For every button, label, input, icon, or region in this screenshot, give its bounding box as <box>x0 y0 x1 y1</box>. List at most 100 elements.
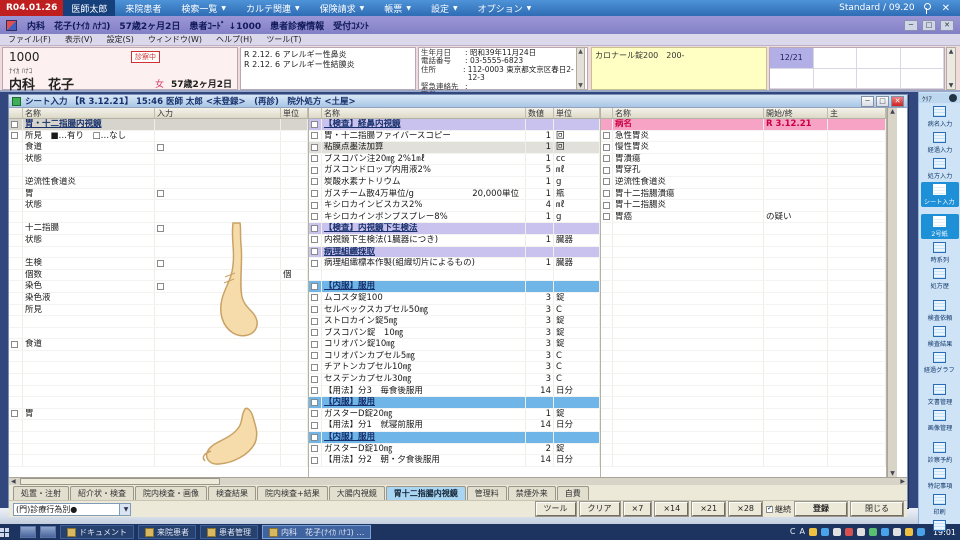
row-checkbox[interactable] <box>311 213 318 220</box>
calendar-scrollbar[interactable]: ▲▼ <box>946 47 956 90</box>
taskbar-item-来院患者[interactable]: 来院患者 <box>138 525 196 539</box>
disease-row[interactable] <box>601 235 886 247</box>
tray-icon-5[interactable] <box>869 528 877 536</box>
sheet-row[interactable] <box>9 374 308 386</box>
row-checkbox[interactable] <box>311 387 318 394</box>
row-input-cell[interactable] <box>155 339 281 350</box>
row-checkbox[interactable] <box>603 213 610 220</box>
sheet-row[interactable] <box>9 386 308 398</box>
footer-button-×14[interactable]: ×14 <box>655 502 688 516</box>
row-checkbox[interactable] <box>11 341 18 348</box>
tab-禁煙外来[interactable]: 禁煙外来 <box>508 486 556 500</box>
tray-icon-6[interactable] <box>881 528 889 536</box>
menu-ウィンドウ(W)[interactable]: ウィンドウ(W) <box>148 34 202 45</box>
order-row[interactable]: ストロカイン錠5㎎3錠 <box>309 316 600 328</box>
order-row[interactable]: キシロカインビスカス2%4㎖ <box>309 200 600 212</box>
menubar-item-オプション[interactable]: オプション▼ <box>468 2 542 15</box>
disease-row[interactable]: 胃十二指腸炎 <box>601 200 886 212</box>
search-icon[interactable] <box>20 526 36 538</box>
row-input-cell[interactable] <box>155 409 281 420</box>
order-row[interactable]: 胃・十二指腸ファイバースコピー1回 <box>309 131 600 143</box>
row-checkbox[interactable] <box>311 306 318 313</box>
row-checkbox[interactable] <box>11 121 18 128</box>
sidebar-button-時系列[interactable]: 時系列 <box>921 240 959 265</box>
disease-row[interactable] <box>601 351 886 363</box>
row-input-cell[interactable] <box>155 420 281 431</box>
order-row[interactable]: 粘膜点墨法加算1回 <box>309 142 600 154</box>
disease-row[interactable] <box>601 397 886 409</box>
continue-checkbox[interactable]: 継続 <box>766 504 791 515</box>
sidebar-button-シート入力[interactable]: シート入力 <box>921 182 959 207</box>
sheet-row[interactable] <box>9 444 308 456</box>
sheet-row[interactable] <box>9 432 308 444</box>
taskbar-item-ドキュメント[interactable]: ドキュメント <box>60 525 134 539</box>
order-row[interactable]: ガスターD錠20㎎1錠 <box>309 409 600 421</box>
row-input-cell[interactable] <box>155 189 281 200</box>
disease-row[interactable]: 胃穿孔 <box>601 165 886 177</box>
calendar-cell[interactable]: 12/21 <box>770 48 814 69</box>
row-checkbox[interactable] <box>311 410 318 417</box>
row-checkbox[interactable] <box>311 260 318 267</box>
row-input-cell[interactable] <box>155 293 281 304</box>
row-input-cell[interactable] <box>155 386 281 397</box>
row-checkbox[interactable] <box>311 457 318 464</box>
disease-row[interactable] <box>601 281 886 293</box>
sheet-row[interactable] <box>9 212 308 224</box>
sheet-row[interactable] <box>9 247 308 259</box>
row-checkbox[interactable] <box>311 399 318 406</box>
row-checkbox[interactable] <box>603 178 610 185</box>
sheet-row[interactable] <box>9 362 308 374</box>
row-checkbox[interactable] <box>311 248 318 255</box>
sheet-row[interactable] <box>9 455 308 467</box>
task-view-icon[interactable] <box>40 526 56 538</box>
disease-row[interactable] <box>601 339 886 351</box>
disease-row[interactable] <box>601 420 886 432</box>
row-input-cell[interactable] <box>155 235 281 246</box>
disease-row[interactable] <box>601 386 886 398</box>
row-input-cell[interactable] <box>155 165 281 176</box>
sidebar-button-経過グラフ[interactable]: 経過グラフ <box>921 350 959 375</box>
sheet-minimize-button[interactable]: ─ <box>861 96 874 107</box>
chevron-down-icon[interactable]: ▼ <box>119 504 130 515</box>
sheet-row[interactable]: 食道 <box>9 142 308 154</box>
order-row[interactable]: 【検査】経鼻内視鏡 <box>309 119 600 131</box>
order-row[interactable]: 【検査】内視鏡下生検法 <box>309 223 600 235</box>
menu-ファイル(F)[interactable]: ファイル(F) <box>8 34 51 45</box>
row-checkbox[interactable] <box>157 190 164 197</box>
row-input-cell[interactable] <box>155 397 281 408</box>
row-checkbox[interactable] <box>157 283 164 290</box>
menubar-item-帳票[interactable]: 帳票▼ <box>374 2 421 15</box>
tray-ime-A[interactable]: A <box>799 528 804 536</box>
sheet-row[interactable]: 所見 <box>9 305 308 317</box>
footer-button-クリア[interactable]: クリア <box>580 502 620 516</box>
row-input-cell[interactable] <box>155 351 281 362</box>
row-checkbox[interactable] <box>311 318 318 325</box>
tab-処置・注射[interactable]: 処置・注射 <box>13 486 69 500</box>
tab-院内検査+結果[interactable]: 院内検査+結果 <box>257 486 328 500</box>
order-row[interactable]: ブスコパン注20㎎ 2%1㎖1cc <box>309 154 600 166</box>
row-checkbox[interactable] <box>311 155 318 162</box>
order-row[interactable]: 【用法】分3 毎食後服用14日分 <box>309 386 600 398</box>
close-button[interactable]: ✕ <box>940 20 954 31</box>
order-row[interactable] <box>309 270 600 282</box>
start-button[interactable] <box>0 525 18 540</box>
register-button[interactable]: 登録 <box>795 502 847 516</box>
sidebar-button-検査依頼[interactable]: 検査依頼 <box>921 298 959 323</box>
sidebar-button-経過入力[interactable]: 経過入力 <box>921 130 959 155</box>
order-row[interactable]: 病理組織採取 <box>309 247 600 259</box>
order-row[interactable]: キシロカインポンプスプレー8%1g <box>309 212 600 224</box>
tab-管理料[interactable]: 管理料 <box>467 486 507 500</box>
menu-ツール(T)[interactable]: ツール(T) <box>266 34 301 45</box>
disease-row[interactable] <box>601 293 886 305</box>
order-row[interactable]: コリオパンカプセル5㎎3C <box>309 351 600 363</box>
logged-in-doctor[interactable]: 医師太郎 <box>63 0 115 16</box>
menubar-item-来院患者[interactable]: 来院患者 <box>115 2 171 15</box>
row-input-cell[interactable] <box>155 200 281 211</box>
disease-row[interactable] <box>601 409 886 421</box>
disease-row[interactable] <box>601 223 886 235</box>
sheet-row[interactable] <box>9 316 308 328</box>
calendar-cell[interactable] <box>857 48 901 69</box>
disease-row[interactable] <box>601 258 886 270</box>
row-input-cell[interactable] <box>155 247 281 258</box>
sheet-maximize-button[interactable]: □ <box>876 96 889 107</box>
